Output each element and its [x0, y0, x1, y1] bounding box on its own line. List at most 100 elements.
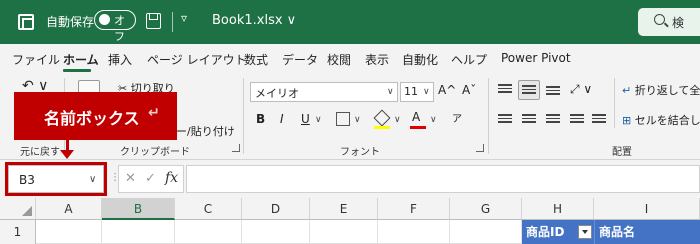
formula-bar: B3 ∨ ⋮ ✕ ✓ fx — [0, 160, 700, 198]
chevron-down-icon: ∨ — [394, 115, 401, 125]
align-top-icon[interactable] — [498, 84, 512, 96]
wrap-text-button[interactable]: ↵ 折り返して全 — [622, 82, 700, 98]
table-header-label: 商品ID — [526, 225, 565, 239]
align-left-icon[interactable] — [498, 114, 512, 126]
tab-power-pivot[interactable]: Power Pivot — [501, 51, 571, 65]
title-bar: 自動保存 オフ ▿ Book1.xlsx ∨ 検 — [0, 0, 700, 44]
search-label: 検 — [672, 16, 685, 30]
cell-c1[interactable] — [175, 220, 242, 244]
chevron-down-icon: ∨ — [423, 87, 430, 97]
toggle-knob-icon — [99, 14, 110, 25]
cell-g1[interactable] — [450, 220, 522, 244]
row-header-1[interactable]: 1 — [0, 220, 36, 244]
column-header-f[interactable]: F — [378, 198, 450, 220]
save-icon[interactable] — [146, 13, 161, 29]
font-name-select[interactable]: メイリオ ∨ — [250, 82, 398, 102]
font-color-button[interactable]: A — [412, 110, 420, 124]
column-header-g[interactable]: G — [450, 198, 522, 220]
formula-input[interactable] — [186, 165, 700, 193]
merge-center-label: セルを結合し — [634, 114, 700, 127]
tab-view[interactable]: 表示 — [365, 51, 389, 68]
autosave-state: オフ — [114, 14, 125, 43]
grow-font-button[interactable]: A^ — [438, 83, 456, 97]
undo-group-label: 元に戻す — [20, 147, 60, 158]
merge-center-button[interactable]: ⊞ セルを結合し — [622, 112, 700, 128]
align-middle-button[interactable] — [518, 80, 540, 100]
tab-automate[interactable]: 自動化 — [402, 51, 438, 68]
wrap-text-label: 折り返して全 — [634, 84, 700, 97]
table-header-cell[interactable]: 商品名 — [594, 220, 700, 244]
font-color-swatch — [410, 126, 426, 129]
increase-indent-icon[interactable] — [592, 114, 606, 126]
tab-formulas[interactable]: 数式 — [244, 51, 268, 68]
font-name-value: メイリオ — [255, 87, 299, 100]
filter-dropdown-icon[interactable] — [578, 225, 592, 239]
return-mark-icon: ↵ — [148, 105, 160, 121]
worksheet-grid: A B C D E F G H I 1 商品ID 商品名 — [0, 198, 700, 244]
column-header-a[interactable]: A — [36, 198, 102, 220]
cell-a1[interactable] — [36, 220, 102, 244]
group-divider — [243, 78, 244, 154]
column-header-b[interactable]: B — [102, 198, 175, 220]
callout-arrow-down-icon — [60, 150, 74, 159]
column-header-c[interactable]: C — [175, 198, 242, 220]
name-box-highlight — [5, 162, 107, 196]
select-all-triangle-icon — [22, 206, 32, 216]
align-center-icon[interactable] — [522, 114, 536, 126]
tab-insert[interactable]: 挿入 — [108, 51, 132, 68]
tab-home[interactable]: ホーム — [63, 51, 99, 68]
column-header-h[interactable]: H — [522, 198, 594, 220]
search-box[interactable]: 検 — [638, 8, 700, 36]
chevron-down-icon: ∨ — [315, 115, 322, 125]
tab-review[interactable]: 校閲 — [327, 51, 351, 68]
orientation-button[interactable]: ⤢ ∨ — [570, 82, 592, 97]
shrink-font-button[interactable]: Aˇ — [462, 83, 476, 97]
search-icon — [654, 14, 665, 25]
column-header-i[interactable]: I — [594, 198, 700, 220]
tab-file[interactable]: ファイル — [12, 51, 60, 68]
merge-cells-icon: ⊞ — [622, 114, 632, 127]
file-name-dropdown[interactable]: Book1.xlsx ∨ — [212, 13, 296, 28]
callout-text: 名前ボックス — [44, 109, 140, 128]
font-launcher-icon[interactable] — [476, 144, 484, 152]
align-bottom-icon[interactable] — [546, 86, 560, 98]
quick-access-divider — [172, 12, 173, 32]
group-divider — [614, 78, 615, 128]
cell-f1[interactable] — [378, 220, 450, 244]
table-header-cell[interactable]: 商品ID — [522, 220, 594, 244]
decrease-indent-icon[interactable] — [570, 114, 584, 126]
cell-e1[interactable] — [310, 220, 378, 244]
align-middle-icon — [522, 85, 536, 97]
copy-paste-button[interactable]: ー/貼り付け — [176, 123, 235, 139]
insert-function-button[interactable]: fx — [165, 170, 178, 186]
wrap-text-icon: ↵ — [622, 84, 632, 97]
font-size-select[interactable]: 11 ∨ — [400, 82, 434, 102]
cell-b1[interactable] — [102, 220, 175, 244]
phonetic-guide-button[interactable]: ア — [452, 110, 462, 125]
fill-color-icon[interactable] — [373, 109, 391, 127]
group-divider — [488, 78, 489, 154]
excel-logo-icon — [18, 14, 34, 30]
alignment-group-label: 配置 — [612, 147, 632, 158]
autosave-label: 自動保存 — [46, 15, 95, 29]
cell-d1[interactable] — [242, 220, 310, 244]
fill-color-swatch — [374, 126, 390, 129]
autosave-toggle[interactable]: オフ — [94, 10, 136, 43]
borders-icon[interactable] — [336, 112, 350, 126]
select-all-corner[interactable] — [0, 198, 36, 220]
underline-button[interactable]: U — [301, 112, 310, 126]
ribbon-tabs: ファイル ホーム 挿入 ページ レイアウト 数式 データ 校閲 表示 自動化 ヘ… — [0, 44, 700, 72]
column-header-d[interactable]: D — [242, 198, 310, 220]
align-right-icon[interactable] — [546, 114, 560, 126]
customize-quick-access-button[interactable]: ▿ — [181, 11, 187, 25]
italic-button[interactable]: I — [280, 112, 284, 126]
tab-data[interactable]: データ — [282, 51, 318, 68]
column-header-e[interactable]: E — [310, 198, 378, 220]
cancel-icon[interactable]: ✕ — [125, 171, 136, 186]
bold-button[interactable]: B — [256, 112, 265, 126]
name-box-callout: 名前ボックス ↵ — [14, 92, 177, 140]
tab-page-layout[interactable]: ページ レイアウト — [147, 51, 247, 68]
clipboard-launcher-icon[interactable] — [232, 144, 240, 152]
tab-help[interactable]: ヘルプ — [451, 51, 487, 68]
enter-icon[interactable]: ✓ — [145, 171, 156, 186]
